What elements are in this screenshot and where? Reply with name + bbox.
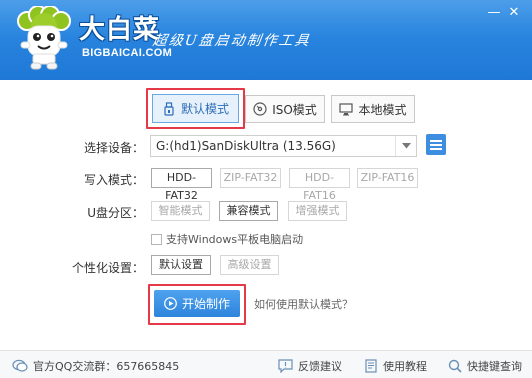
tab-local-mode[interactable]: 本地模式 (331, 95, 415, 123)
device-select[interactable]: G:(hd1)SanDiskUltra (13.56G) (150, 135, 417, 157)
write-mode-hdd-fat16[interactable]: HDD-FAT16 (289, 168, 350, 202)
chevron-down-icon[interactable] (395, 136, 416, 156)
book-icon (365, 359, 377, 373)
tablet-boot-label: 支持Windows平板电脑启动 (166, 233, 304, 246)
personalize-default[interactable]: 默认设置 (151, 255, 211, 275)
shortcut-link[interactable]: 快捷键查询 (448, 358, 522, 374)
chat-bubble-icon (12, 359, 28, 372)
usb-drive-icon (164, 101, 174, 116)
partition-label: U盘分区： (87, 206, 144, 220)
personalize-label: 个性化设置： (71, 261, 144, 275)
partition-smart-mode[interactable]: 智能模式 (151, 201, 210, 221)
qq-group-link[interactable]: 官方QQ交流群：657665845 (12, 358, 179, 374)
write-mode-hdd-fat32[interactable]: HDD-FAT32 (151, 168, 212, 202)
monitor-icon (339, 103, 354, 116)
qq-group-text: 官方QQ交流群：657665845 (33, 360, 180, 373)
write-mode-label: 写入模式： (83, 173, 144, 187)
start-button[interactable]: 开始制作 (154, 290, 240, 317)
feedback-link[interactable]: 反馈建议 (278, 358, 342, 374)
partition-enhanced-mode[interactable]: 增强模式 (288, 201, 347, 221)
close-button[interactable]: ✕ (506, 6, 522, 20)
brand-name: 大白菜 (79, 15, 161, 45)
start-label: 开始制作 (181, 297, 230, 311)
header-banner: 大白菜 BIGBAICAI.COM 超级U盘启动制作工具 — ✕ (0, 0, 532, 80)
help-link[interactable]: 如何使用默认模式？ (254, 296, 353, 312)
slogan: 超级U盘启动制作工具 (151, 33, 312, 49)
tablet-boot-option[interactable]: 支持Windows平板电脑启动 (151, 231, 303, 247)
disc-icon (253, 102, 267, 116)
cabbage-mascot-logo (17, 6, 71, 70)
app-window: 大白菜 BIGBAICAI.COM 超级U盘启动制作工具 — ✕ 默认模式 IS… (0, 0, 532, 378)
tab-label: ISO模式 (272, 102, 317, 117)
write-mode-zip-fat32[interactable]: ZIP-FAT32 (220, 168, 281, 188)
tutorial-text: 使用教程 (383, 360, 427, 373)
tab-default-mode[interactable]: 默认模式 (152, 94, 239, 123)
tab-label: 默认模式 (180, 102, 229, 116)
search-icon (448, 359, 462, 373)
partition-compatible-mode[interactable]: 兼容模式 (219, 201, 278, 221)
play-icon (164, 297, 177, 310)
tablet-boot-checkbox[interactable] (151, 233, 162, 245)
list-icon (430, 139, 442, 150)
feedback-icon (278, 359, 293, 373)
shortcut-text: 快捷键查询 (467, 360, 522, 373)
tutorial-link[interactable]: 使用教程 (364, 358, 427, 374)
device-label: 选择设备： (83, 141, 144, 155)
minimize-button[interactable]: — (486, 6, 502, 20)
footer-bar: 官方QQ交流群：657665845 反馈建议 使用教程 快捷键查询 (0, 350, 532, 378)
write-mode-zip-fat16[interactable]: ZIP-FAT16 (357, 168, 418, 188)
device-list-button[interactable] (426, 134, 446, 155)
personalize-advanced[interactable]: 高级设置 (220, 255, 279, 275)
tab-iso-mode[interactable]: ISO模式 (245, 95, 325, 123)
device-value: G:(hd1)SanDiskUltra (13.56G) (156, 139, 336, 153)
tab-label: 本地模式 (358, 102, 407, 117)
feedback-text: 反馈建议 (298, 360, 342, 373)
